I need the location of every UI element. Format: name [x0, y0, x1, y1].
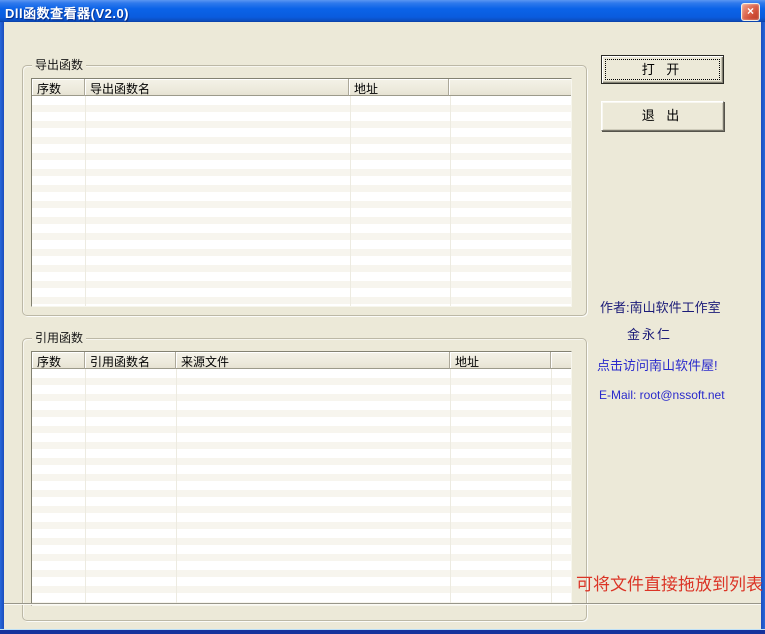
import-col-empty[interactable]	[551, 352, 571, 369]
export-col-empty[interactable]	[449, 79, 571, 96]
export-table-header: 序数 导出函数名 地址	[32, 79, 571, 96]
import-functions-group: 引用函数 序数 引用函数名 来源文件 地址	[22, 338, 587, 621]
open-button[interactable]: 打 开	[601, 55, 724, 84]
author-name: 金永仁	[627, 324, 672, 343]
author-label: 作者:南山软件工作室	[600, 297, 721, 316]
export-col-address[interactable]: 地址	[349, 79, 449, 96]
title-bar[interactable]: Dll函数查看器(V2.0) ×	[0, 0, 765, 22]
close-icon[interactable]: ×	[741, 3, 760, 21]
import-table-body[interactable]	[32, 369, 571, 605]
focus-rectangle	[605, 59, 720, 80]
window-border-right	[761, 22, 765, 629]
export-table-body[interactable]	[32, 96, 571, 306]
import-col-ordinal[interactable]: 序数	[32, 352, 85, 369]
window-border-bottom	[0, 629, 765, 634]
export-functions-group: 导出函数 序数 导出函数名 地址	[22, 65, 587, 316]
export-group-label: 导出函数	[32, 58, 86, 72]
column-separator	[350, 96, 351, 306]
export-col-ordinal[interactable]: 序数	[32, 79, 85, 96]
window-border-left	[0, 22, 4, 629]
import-col-sourcefile[interactable]: 来源文件	[176, 352, 450, 369]
column-separator	[450, 96, 451, 306]
column-separator	[85, 369, 86, 605]
exit-button[interactable]: 退 出	[601, 101, 724, 131]
import-table-header: 序数 引用函数名 来源文件 地址	[32, 352, 571, 369]
import-col-name[interactable]: 引用函数名	[85, 352, 176, 369]
exit-button-label: 退 出	[642, 108, 684, 123]
export-col-name[interactable]: 导出函数名	[85, 79, 349, 96]
export-functions-table[interactable]: 序数 导出函数名 地址	[31, 78, 572, 307]
import-col-address[interactable]: 地址	[450, 352, 551, 369]
import-group-label: 引用函数	[32, 331, 86, 345]
column-separator	[85, 96, 86, 306]
client-area: 导出函数 序数 导出函数名 地址 引用函数 序数 引用函数名 来源文件 地址	[4, 22, 761, 629]
import-functions-table[interactable]: 序数 引用函数名 来源文件 地址	[31, 351, 572, 606]
site-link[interactable]: 点击访问南山软件屋!	[597, 355, 718, 374]
email-text: E-Mail: root@nssoft.net	[599, 388, 725, 402]
drag-drop-hint: 可将文件直接拖放到列表	[576, 570, 763, 595]
status-bar	[4, 605, 761, 629]
column-separator	[551, 369, 552, 605]
window-title: Dll函数查看器(V2.0)	[5, 3, 129, 22]
column-separator	[450, 369, 451, 605]
column-separator	[176, 369, 177, 605]
